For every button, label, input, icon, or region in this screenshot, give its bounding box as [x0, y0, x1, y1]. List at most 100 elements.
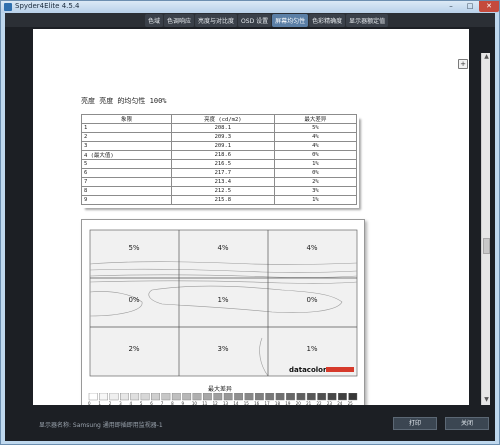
tab-monitor-rating[interactable]: 显示器额定值 [346, 14, 389, 27]
cell-quadrant: 9 [81, 195, 172, 205]
legend-number: 19 [285, 401, 291, 405]
legend-number: 22 [316, 401, 322, 405]
cell-value-3: 4% [306, 244, 317, 252]
col-header-luminance: 亮度 (cd/m2) [170, 114, 275, 124]
legend-swatch [88, 393, 98, 401]
vertical-scrollbar[interactable]: ▲ ▼ [481, 53, 490, 405]
legend-swatch [202, 393, 212, 401]
table-row: 5 216.5 1% [81, 159, 358, 169]
cell-luminance: 209.3 [170, 132, 275, 142]
client-area: 色域 色调响应 亮度与对比度 OSD 设置 屏幕均匀性 色彩精确度 显示器额定值… [5, 13, 495, 441]
cell-max-diff: 1% [273, 159, 358, 169]
close-button[interactable]: 关闭 [445, 417, 489, 430]
legend-number: 9 [181, 401, 184, 405]
legend-swatch [182, 393, 192, 401]
app-icon [4, 3, 12, 11]
legend-swatch [120, 393, 129, 401]
legend-number: 25 [347, 401, 353, 405]
cell-quadrant: 8 [81, 186, 172, 196]
legend-swatch [130, 393, 140, 401]
app-window: Spyder4Elite 4.5.4 – □ ✕ 色域 色调响应 亮度与对比度 … [0, 0, 500, 445]
cell-value-2: 4% [217, 244, 228, 252]
tab-list: 色域 色调响应 亮度与对比度 OSD 设置 屏幕均匀性 色彩精确度 显示器额定值 [145, 14, 389, 27]
title-bar: Spyder4Elite 4.5.4 – □ ✕ [1, 1, 499, 13]
legend-number: 8 [171, 401, 174, 405]
cell-value-6: 0% [306, 296, 317, 304]
print-button[interactable]: 打印 [393, 417, 437, 430]
table-row: 1 208.1 5% [81, 123, 358, 133]
cell-max-diff: 3% [273, 186, 358, 196]
cell-quadrant: 3 [81, 141, 172, 151]
table-row: 9 215.8 1% [81, 195, 358, 205]
legend-number: 10 [191, 401, 197, 405]
legend-number: 23 [326, 401, 332, 405]
legend-swatch [234, 393, 243, 401]
legend-swatch [327, 393, 337, 401]
scroll-up-icon[interactable]: ▲ [482, 53, 491, 62]
cell-luminance: 216.5 [170, 159, 275, 169]
table-row: 6 217.7 0% [81, 168, 358, 178]
legend-number: 20 [295, 401, 301, 405]
monitor-name-label: 显示器名称: Samsung 通用即插即用监视器-1 [39, 422, 163, 429]
legend-number: 1 [98, 401, 101, 405]
cell-max-diff: 0% [273, 150, 358, 160]
cell-quadrant: 1 [81, 123, 172, 133]
legend-number: 2 [108, 401, 112, 405]
cell-luminance: 209.1 [170, 141, 275, 151]
minimize-button[interactable]: – [442, 1, 460, 12]
tab-screen-uniformity[interactable]: 屏幕均匀性 [272, 14, 309, 27]
legend-swatch [161, 393, 171, 401]
legend-swatch [109, 393, 119, 401]
scroll-down-icon[interactable]: ▼ [482, 396, 491, 405]
legend-number: 7 [160, 401, 164, 405]
tab-color-accuracy[interactable]: 色彩精确度 [309, 14, 346, 27]
tab-osd-settings[interactable]: OSD 设置 [238, 14, 272, 27]
tab-brightness-contrast[interactable]: 亮度与对比度 [195, 14, 238, 27]
tab-tone-response[interactable]: 色调响应 [164, 14, 195, 27]
cell-max-diff: 4% [273, 132, 358, 142]
logo-bar [326, 367, 354, 372]
cell-value-9: 1% [306, 345, 317, 353]
legend-swatch [265, 393, 275, 401]
scroll-thumb[interactable] [483, 238, 490, 254]
cell-luminance: 215.8 [170, 195, 275, 205]
cell-luminance: 217.7 [170, 168, 275, 178]
uniformity-contour-map: 5% 4% 4% 0% 1% 0% 2% 3% 1% datacolor [89, 229, 358, 377]
cell-luminance: 208.1 [170, 123, 275, 133]
legend-number: 18 [274, 401, 281, 405]
cell-value-1: 5% [128, 244, 139, 252]
legend-swatch [317, 393, 327, 401]
cell-value-7: 2% [128, 345, 139, 353]
cell-max-diff: 5% [273, 123, 358, 133]
legend-number: 6 [150, 401, 153, 405]
cell-max-diff: 0% [273, 168, 358, 178]
cell-quadrant: 6 [81, 168, 172, 178]
uniformity-grid-panel: 5% 4% 4% 0% 1% 0% 2% 3% 1% datacolor [81, 219, 365, 405]
legend-number: 13 [223, 401, 229, 405]
legend-swatch [348, 393, 358, 401]
zoom-in-icon[interactable]: + [458, 59, 468, 69]
tab-gamut[interactable]: 色域 [145, 14, 164, 27]
cell-max-diff: 1% [273, 195, 358, 205]
table-row: 8 212.5 3% [81, 186, 358, 196]
uniformity-table: 象限 亮度 (cd/m2) 最大差异 1 208.1 5% 2 209.3 4% 3 20… [81, 114, 358, 205]
legend-number: 12 [212, 401, 218, 405]
cell-quadrant: 7 [81, 177, 172, 187]
col-header-quadrant: 象限 [81, 114, 172, 124]
table-header-row: 象限 亮度 (cd/m2) 最大差异 [81, 114, 358, 124]
cell-quadrant: 4 (最大值) [81, 150, 172, 160]
legend-swatch [192, 393, 202, 401]
legend-swatch [306, 393, 316, 401]
legend-swatch [140, 393, 150, 401]
legend-number: 17 [264, 401, 270, 405]
table-row: 4 (最大值) 218.6 0% [81, 150, 358, 160]
table-row: 3 209.1 4% [81, 141, 358, 151]
zoom-toolbar: + − □ [458, 59, 469, 69]
close-window-button[interactable]: ✕ [479, 1, 499, 12]
tab-bar: 色域 色调响应 亮度与对比度 OSD 设置 屏幕均匀性 色彩精确度 显示器额定值 [5, 13, 495, 27]
table-row: 7 213.4 2% [81, 177, 358, 187]
maximize-button[interactable]: □ [461, 1, 479, 12]
cell-value-8: 3% [217, 345, 228, 353]
legend-swatch [99, 393, 108, 401]
report-viewport: + − □ 亮度 亮度 的均匀性 100% 象限 亮度 (cd/m2) 最大差异… [33, 29, 469, 405]
